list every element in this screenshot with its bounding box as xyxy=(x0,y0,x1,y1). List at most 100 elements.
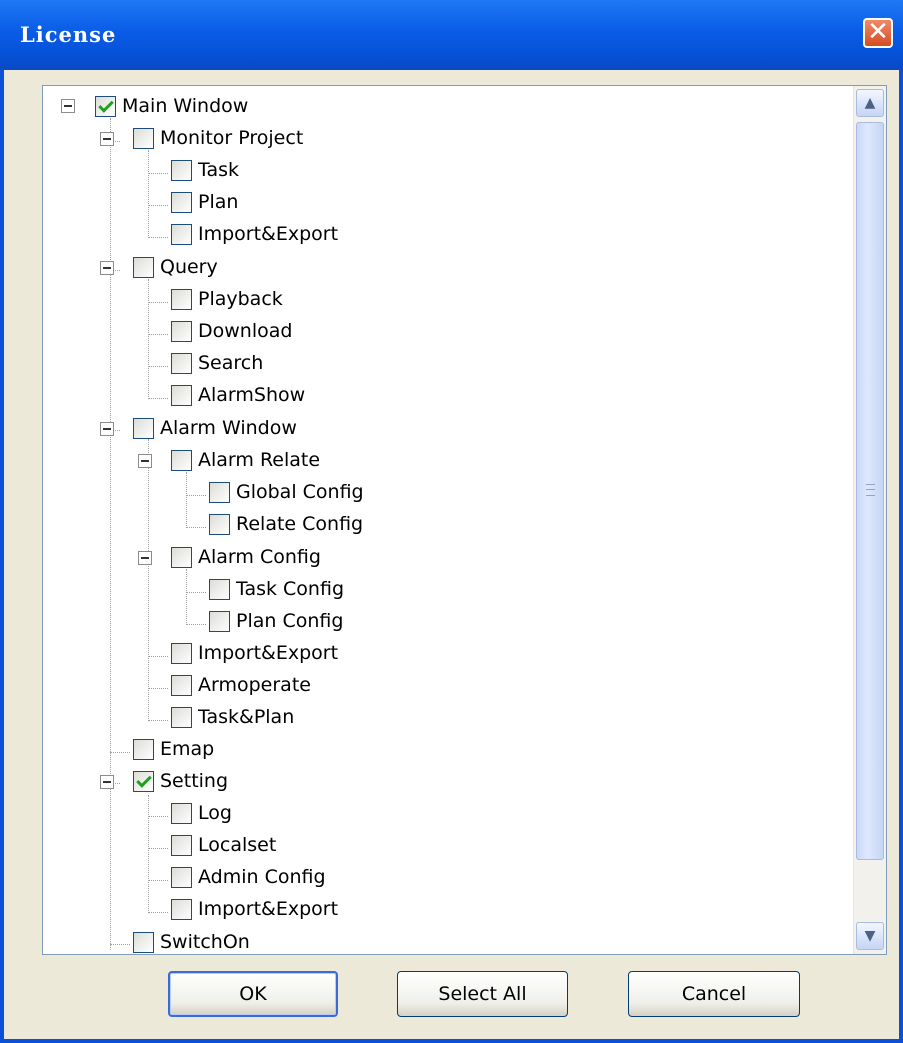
tree-item-playback[interactable]: Playback xyxy=(171,286,283,312)
tree-item-log[interactable]: Log xyxy=(171,800,232,826)
tree-item-alarm-config[interactable]: Alarm Config xyxy=(171,544,321,570)
tree-item-relate-config[interactable]: Relate Config xyxy=(209,511,363,537)
vertical-scrollbar[interactable]: ▲ ▼ xyxy=(853,86,886,954)
tree-item-plan[interactable]: Plan xyxy=(171,189,238,215)
checkbox-icon[interactable] xyxy=(133,256,154,278)
tree-connector xyxy=(148,205,168,206)
tree-item-alarm-import-export[interactable]: Import&Export xyxy=(171,640,338,666)
collapse-icon[interactable] xyxy=(138,454,152,468)
tree-connector xyxy=(148,795,149,913)
checkbox-icon[interactable] xyxy=(209,481,230,503)
tree-item-task-plan[interactable]: Task&Plan xyxy=(171,704,294,730)
tree-connector xyxy=(148,656,168,657)
tree-item-label: Search xyxy=(198,352,264,374)
tree-item-armoperate[interactable]: Armoperate xyxy=(171,672,311,698)
checkbox-icon[interactable] xyxy=(171,898,192,920)
scroll-up-icon[interactable]: ▲ xyxy=(856,89,884,117)
collapse-icon[interactable] xyxy=(100,261,114,275)
checkbox-icon[interactable] xyxy=(133,127,154,149)
checkbox-icon[interactable] xyxy=(171,866,192,888)
checkbox-icon[interactable] xyxy=(171,546,192,568)
tree-item-label: SwitchOn xyxy=(160,931,250,953)
checkbox-icon[interactable] xyxy=(171,802,192,824)
tree-item-label: Armoperate xyxy=(198,674,311,696)
tree-item-label: Log xyxy=(198,802,232,824)
checkbox-icon[interactable] xyxy=(171,223,192,245)
tree-item-import-export[interactable]: Import&Export xyxy=(171,221,338,247)
grip-icon xyxy=(866,484,875,496)
tree-item-query[interactable]: Query xyxy=(133,254,218,280)
tree-item-monitor-project[interactable]: Monitor Project xyxy=(133,125,303,151)
tree-item-download[interactable]: Download xyxy=(171,318,292,344)
tree-item-label: Playback xyxy=(198,288,283,310)
tree-connector xyxy=(148,912,168,913)
tree-item-plan-config[interactable]: Plan Config xyxy=(209,608,343,634)
checkbox-icon[interactable] xyxy=(171,159,192,181)
title-bar[interactable]: License ✕ xyxy=(0,0,903,70)
tree-item-label: Relate Config xyxy=(236,513,364,535)
cancel-button[interactable]: Cancel xyxy=(628,971,800,1017)
tree-item-setting-import-export[interactable]: Import&Export xyxy=(171,896,338,922)
ok-button[interactable]: OK xyxy=(168,971,338,1017)
tree-item-label: Monitor Project xyxy=(160,127,304,149)
collapse-icon[interactable] xyxy=(61,99,75,113)
checkbox-icon[interactable] xyxy=(133,770,154,792)
tree-item-search[interactable]: Search xyxy=(171,350,263,376)
tree-item-switchon[interactable]: SwitchOn xyxy=(133,929,250,954)
tree-item-label: Admin Config xyxy=(198,866,326,888)
tree-item-localset[interactable]: Localset xyxy=(171,832,276,858)
collapse-icon[interactable] xyxy=(100,775,114,789)
tree-item-label: Main Window xyxy=(122,95,249,117)
checkbox-icon[interactable] xyxy=(133,417,154,439)
tree-item-global-config[interactable]: Global Config xyxy=(209,479,364,505)
tree-item-label: Query xyxy=(160,256,218,278)
checkbox-icon[interactable] xyxy=(171,352,192,374)
checkbox-icon[interactable] xyxy=(171,191,192,213)
tree-connector xyxy=(148,439,149,719)
tree-item-alarmshow[interactable]: AlarmShow xyxy=(171,382,305,408)
checkbox-icon[interactable] xyxy=(171,384,192,406)
tree-item-task[interactable]: Task xyxy=(171,157,239,183)
tree-connector xyxy=(110,944,130,945)
tree-item-alarm-relate[interactable]: Alarm Relate xyxy=(171,447,320,473)
close-icon[interactable]: ✕ xyxy=(863,18,893,48)
checkbox-icon[interactable] xyxy=(171,674,192,696)
tree-connector xyxy=(186,569,187,623)
scroll-thumb[interactable] xyxy=(856,122,884,860)
collapse-icon[interactable] xyxy=(100,422,114,436)
tree-item-admin-config[interactable]: Admin Config xyxy=(171,864,326,890)
tree-connector xyxy=(148,816,168,817)
tree-item-label: Task xyxy=(198,159,240,181)
checkbox-icon[interactable] xyxy=(209,578,230,600)
tree-connector xyxy=(110,752,130,753)
checkbox-icon[interactable] xyxy=(133,931,154,953)
tree-item-label: Plan xyxy=(198,191,239,213)
tree-item-label: Import&Export xyxy=(198,898,339,920)
tree-item-task-config[interactable]: Task Config xyxy=(209,576,344,602)
tree-item-alarm-window[interactable]: Alarm Window xyxy=(133,415,297,441)
tree-item-setting[interactable]: Setting xyxy=(133,768,228,794)
checkbox-icon[interactable] xyxy=(95,95,116,117)
checkbox-icon[interactable] xyxy=(133,738,154,760)
tree-item-emap[interactable]: Emap xyxy=(133,736,214,762)
tree-item-label: Global Config xyxy=(236,481,364,503)
tree-item-label: Import&Export xyxy=(198,642,339,664)
checkbox-icon[interactable] xyxy=(171,288,192,310)
checkbox-icon[interactable] xyxy=(171,834,192,856)
scroll-down-icon[interactable]: ▼ xyxy=(856,922,884,950)
tree-connector xyxy=(148,237,168,238)
tree-connector xyxy=(186,472,187,526)
checkbox-icon[interactable] xyxy=(171,320,192,342)
select-all-button[interactable]: Select All xyxy=(397,971,568,1017)
collapse-icon[interactable] xyxy=(138,551,152,565)
checkbox-icon[interactable] xyxy=(171,706,192,728)
tree-item-main-window[interactable]: Main Window xyxy=(95,93,248,119)
checkbox-icon[interactable] xyxy=(171,449,192,471)
checkbox-icon[interactable] xyxy=(171,642,192,664)
permission-tree[interactable]: Main Window Monitor Project Task Plan Im… xyxy=(42,85,887,955)
tree-item-label: Alarm Relate xyxy=(198,449,321,471)
tree-connector xyxy=(148,302,168,303)
collapse-icon[interactable] xyxy=(100,132,114,146)
checkbox-icon[interactable] xyxy=(209,610,230,632)
checkbox-icon[interactable] xyxy=(209,513,230,535)
